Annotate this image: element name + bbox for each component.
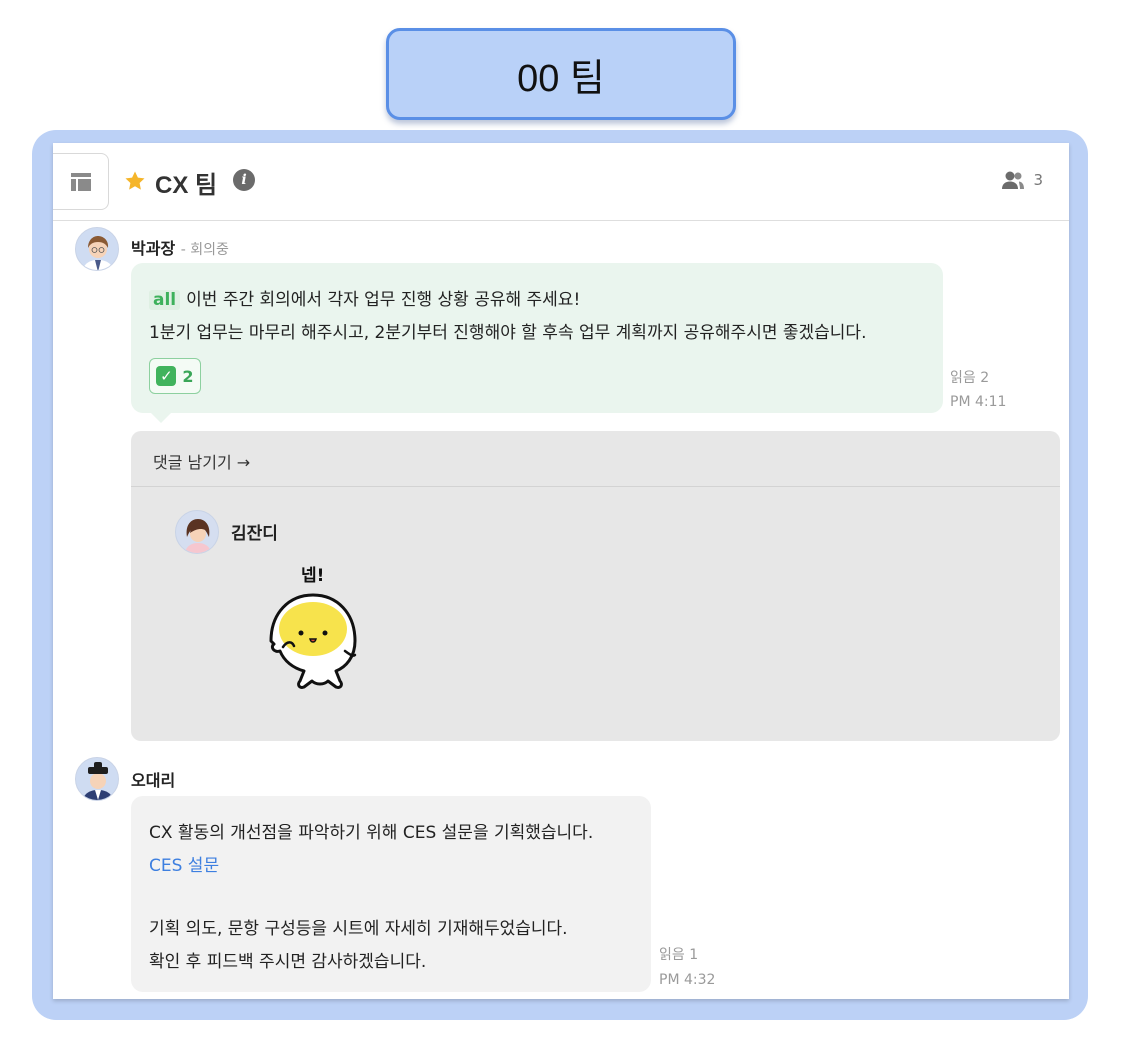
- mention-tag[interactable]: all: [149, 290, 181, 310]
- members-icon: [1002, 171, 1025, 189]
- team-label: 00 팀: [386, 28, 736, 120]
- author-status: - 회의중: [180, 242, 229, 258]
- info-icon[interactable]: i: [233, 169, 255, 191]
- check-icon: ✓: [156, 366, 177, 386]
- timestamp: PM 4:32: [659, 972, 716, 988]
- message-bubble: all 이번 주간 회의에서 각자 업무 진행 상황 공유해 주세요! 1분기 업…: [131, 263, 943, 423]
- egg-sticker-icon: 넵!: [269, 566, 357, 689]
- thread-panel: 댓글 남기기 → 김잔디 넵!: [131, 431, 1060, 741]
- sticker-text: 넵!: [301, 566, 324, 586]
- channel-title: CX 팀: [155, 172, 218, 199]
- reply-author: 김잔디: [231, 524, 278, 544]
- ces-survey-link[interactable]: CES 설문: [149, 851, 219, 876]
- author-name: 박과장: [131, 239, 176, 258]
- message-bubble: CX 활동의 개선점을 파악하기 위해 CES 설문을 기획했습니다. CES …: [131, 796, 651, 992]
- avatar[interactable]: [75, 227, 119, 271]
- read-count[interactable]: 읽음 1: [659, 944, 698, 964]
- toggle-panel-button[interactable]: [53, 153, 109, 210]
- chat-window: CX 팀 i 3 박과장 - 회의중 all 이번 주간 회의에서 각자 업무 …: [53, 143, 1069, 999]
- channel-header: CX 팀 i 3: [53, 143, 1069, 221]
- message-text: 1분기 업무는 마무리 해주시고, 2분기부터 진행해야 할 후속 업무 계획까…: [149, 323, 867, 343]
- message-line: all 이번 주간 회의에서 각자 업무 진행 상황 공유해 주세요!: [149, 285, 580, 310]
- reaction-button[interactable]: ✓ 2: [149, 358, 201, 394]
- avatar[interactable]: [175, 510, 219, 554]
- message-text: 이번 주간 회의에서 각자 업무 진행 상황 공유해 주세요!: [186, 290, 581, 310]
- timestamp: PM 4:11: [950, 394, 1007, 410]
- read-count[interactable]: 읽음 2: [950, 367, 989, 387]
- message-text: 확인 후 피드백 주시면 감사하겠습니다.: [149, 952, 427, 972]
- divider: [131, 486, 1060, 487]
- reaction-count: 2: [182, 366, 194, 386]
- message-text: 기획 의도, 문항 구성등을 시트에 자세히 기재해두었습니다.: [149, 919, 568, 939]
- members-count: 3: [1033, 171, 1043, 189]
- message-author: 오대리: [131, 771, 176, 790]
- message-author: 박과장 - 회의중: [131, 235, 229, 259]
- panel-icon: [70, 172, 91, 191]
- avatar[interactable]: [75, 757, 119, 801]
- star-icon[interactable]: [123, 169, 147, 193]
- members-button[interactable]: 3: [1001, 170, 1043, 190]
- leave-comment-link[interactable]: 댓글 남기기 →: [153, 449, 250, 473]
- message-text: CX 활동의 개선점을 파악하기 위해 CES 설문을 기획했습니다.: [149, 823, 594, 843]
